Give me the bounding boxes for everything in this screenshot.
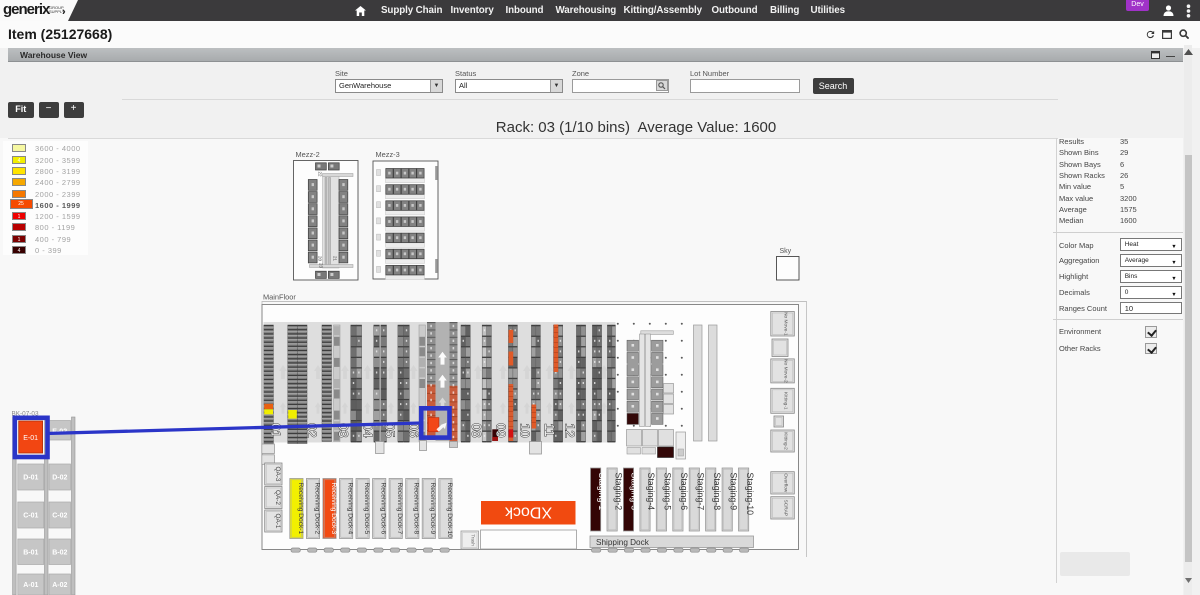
svg-text:Staging-9: Staging-9 <box>728 473 738 511</box>
svg-text:XDock: XDock <box>504 504 552 521</box>
svg-text:Receiving Dock-3: Receiving Dock-3 <box>330 483 337 535</box>
svg-text:Sky: Sky <box>780 248 792 255</box>
svg-text:No Move-1: No Move-1 <box>783 312 789 336</box>
svg-text:D-02: D-02 <box>52 475 67 482</box>
svg-text:Staging-3: Staging-3 <box>630 473 640 511</box>
svg-text:Receiving Dock-5: Receiving Dock-5 <box>363 483 370 535</box>
svg-text:Receiving Dock-7: Receiving Dock-7 <box>396 483 403 535</box>
svg-text:Staging-2: Staging-2 <box>613 473 623 511</box>
svg-text:Kitting-2: Kitting-2 <box>783 432 789 450</box>
svg-text:20: 20 <box>318 256 323 262</box>
svg-text:Receiving Dock-9: Receiving Dock-9 <box>429 483 436 535</box>
svg-text:22: 22 <box>318 172 323 178</box>
svg-text:Shipping Dock: Shipping Dock <box>596 538 650 547</box>
svg-text:Receiving Dock-8: Receiving Dock-8 <box>413 483 420 535</box>
svg-text:23: 23 <box>319 263 324 269</box>
svg-text:21: 21 <box>333 256 338 262</box>
svg-text:Kitting-1: Kitting-1 <box>783 392 789 410</box>
svg-text:Staging-1: Staging-1 <box>597 473 607 511</box>
svg-text:C-02: C-02 <box>52 513 67 520</box>
svg-text:Mezz-3: Mezz-3 <box>376 150 400 159</box>
svg-text:No Move-2: No Move-2 <box>783 359 789 383</box>
svg-text:A-01: A-01 <box>23 582 38 589</box>
svg-text:Staging-8: Staging-8 <box>712 473 722 511</box>
svg-text:Mezz-2: Mezz-2 <box>296 150 320 159</box>
svg-text:B-01: B-01 <box>23 549 38 556</box>
svg-text:QA-3: QA-3 <box>274 467 281 482</box>
svg-text:B-02: B-02 <box>52 549 67 556</box>
svg-text:12: 12 <box>563 423 578 437</box>
svg-text:A-02: A-02 <box>52 582 67 589</box>
svg-text:Staging-4: Staging-4 <box>646 473 656 511</box>
svg-text:C-01: C-01 <box>23 513 38 520</box>
svg-text:D-01: D-01 <box>23 475 38 482</box>
svg-text:Receiving Dock-10: Receiving Dock-10 <box>446 483 453 539</box>
svg-text:Staging-7: Staging-7 <box>696 473 706 511</box>
svg-text:Receiving Dock-6: Receiving Dock-6 <box>380 483 387 535</box>
svg-text:Overflow: Overflow <box>783 473 789 492</box>
svg-text:Staging-6: Staging-6 <box>679 473 689 511</box>
svg-text:Staging-5: Staging-5 <box>663 473 673 511</box>
svg-text:11: 11 <box>542 423 557 437</box>
svg-text:QA-2: QA-2 <box>274 490 281 505</box>
svg-text:Staging-10: Staging-10 <box>745 473 755 516</box>
svg-text:09: 09 <box>493 423 508 437</box>
svg-text:Receiving Dock-4: Receiving Dock-4 <box>347 483 354 535</box>
svg-text:Receiving Dock-2: Receiving Dock-2 <box>313 483 320 535</box>
svg-text:Receiving Dock-1: Receiving Dock-1 <box>297 483 304 535</box>
svg-text:SCRAP: SCRAP <box>783 500 789 517</box>
svg-text:MainFloor: MainFloor <box>263 293 296 302</box>
svg-text:E-01: E-01 <box>23 435 38 442</box>
svg-text:QA-1: QA-1 <box>274 514 281 529</box>
svg-text:10: 10 <box>518 423 533 437</box>
svg-text:08: 08 <box>469 423 484 437</box>
svg-text:Trash: Trash <box>471 534 476 546</box>
